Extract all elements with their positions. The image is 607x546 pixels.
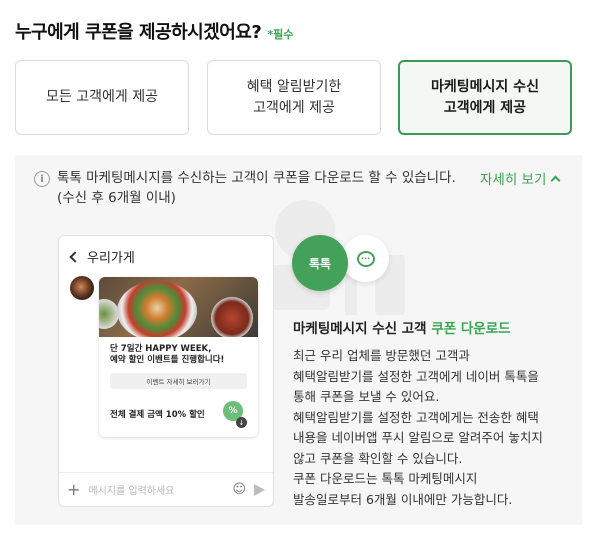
back-arrow-icon	[69, 250, 81, 263]
info-panel: i 톡톡 마케팅메시지를 수신하는 고객이 쿠폰을 다운로드 할 수 있습니다.…	[15, 155, 582, 525]
info-message: i 톡톡 마케팅메시지를 수신하는 고객이 쿠폰을 다운로드 할 수 있습니다.…	[34, 168, 474, 209]
detail-description: 최근 우리 업체를 방문했던 고객과 혜택알림받기를 설정한 고객에게 네이버 …	[293, 348, 543, 507]
required-mark: *필수	[267, 28, 294, 41]
emoji-icon: ☺	[232, 482, 246, 497]
phone-preview: 우리가게 단 7일간 HAPPY WEEK, 예약 할인 이벤트를 진행합니다!…	[58, 235, 274, 507]
option-marketing-message-label: 마케팅메시지 수신 고객에게 제공	[431, 79, 539, 116]
phone-header: 우리가게	[69, 247, 135, 266]
option-benefit-alert-label: 혜택 알림받기한 고객에게 제공	[246, 79, 342, 116]
detail-title: 마케팅메시지 수신 고객 쿠폰 다운로드	[293, 321, 511, 337]
store-avatar	[70, 276, 94, 300]
event-detail-button: 이벤트 자세히 보러가기	[110, 373, 247, 389]
coupon-message-card: 단 7일간 HAPPY WEEK, 예약 할인 이벤트를 진행합니다! 이벤트 …	[99, 277, 258, 437]
option-marketing-message-customers[interactable]: 마케팅메시지 수신 고객에게 제공	[398, 60, 572, 135]
store-name: 우리가게	[87, 251, 135, 266]
message-placeholder: 메시지를 입력하세요	[88, 486, 175, 497]
option-benefit-alert-customers[interactable]: 혜택 알림받기한 고객에게 제공	[207, 60, 381, 135]
download-icon: ↓	[236, 417, 247, 428]
send-icon	[254, 483, 265, 496]
see-more-label: 자세히 보기	[480, 172, 547, 188]
heading-question: 누구에게 쿠폰을 제공하시겠어요?	[15, 22, 262, 43]
chevron-up-icon	[550, 175, 561, 185]
chat-bubble-icon: ···	[342, 235, 389, 282]
message-input-bar: + 메시지를 입력하세요 ☺	[59, 472, 273, 506]
discount-text: 전체 결제 금액 10% 할인	[110, 410, 205, 420]
plus-icon: +	[67, 480, 81, 499]
promo-text: 단 7일간 HAPPY WEEK, 예약 할인 이벤트를 진행합니다!	[110, 344, 225, 366]
section-heading: 누구에게 쿠폰을 제공하시겠어요? *필수	[15, 18, 293, 44]
option-all-customers-label: 모든 고객에게 제공	[46, 89, 158, 106]
info-text: 톡톡 마케팅메시지를 수신하는 고객이 쿠폰을 다운로드 할 수 있습니다. (…	[57, 170, 456, 207]
info-icon: i	[34, 171, 50, 187]
option-all-customers[interactable]: 모든 고객에게 제공	[15, 60, 189, 135]
see-more-link[interactable]: 자세히 보기	[480, 168, 561, 188]
food-image	[99, 277, 258, 337]
talktalk-badge: 톡톡	[292, 235, 348, 291]
